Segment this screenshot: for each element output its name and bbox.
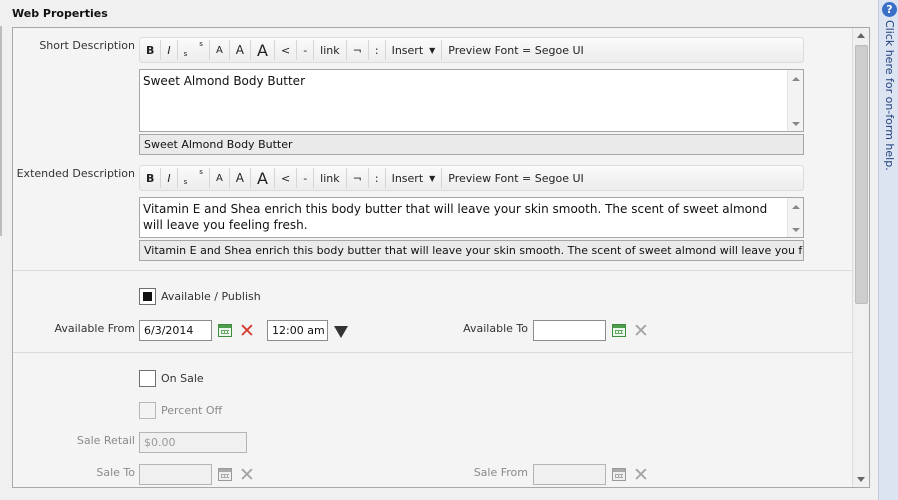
sale-from-date-input[interactable] xyxy=(533,464,606,485)
sale-to-label: Sale To xyxy=(96,466,135,479)
dash-button[interactable]: - xyxy=(297,168,315,188)
short-description-toolbar: B I ss A A A < - link ¬ : Insert ▼ Previe… xyxy=(139,37,804,63)
insert-dropdown[interactable]: Insert ▼ xyxy=(386,40,443,60)
dropdown-arrow-icon: ▼ xyxy=(429,45,436,55)
clear-icon[interactable]: ✕ xyxy=(239,466,255,485)
clear-icon[interactable]: ✕ xyxy=(633,322,649,341)
short-description-editor-scrollbar[interactable] xyxy=(787,70,803,131)
available-to-label: Available To xyxy=(463,322,528,335)
on-sale-label: On Sale xyxy=(161,372,204,385)
sale-from-label: Sale From xyxy=(473,466,528,479)
available-to-date-input[interactable] xyxy=(533,320,606,341)
dash-button[interactable]: - xyxy=(297,40,315,60)
font-medium-button[interactable]: A xyxy=(230,168,252,188)
extended-description-editor-text: Vitamin E and Shea enrich this body butt… xyxy=(143,202,768,232)
not-symbol-button[interactable]: ¬ xyxy=(347,40,369,60)
web-properties-panel: Short Description B I ss A A A < - link … xyxy=(12,27,870,488)
italic-button[interactable]: I xyxy=(161,168,178,188)
extended-description-editor[interactable]: Vitamin E and Shea enrich this body butt… xyxy=(139,197,804,238)
colon-button[interactable]: : xyxy=(369,40,386,60)
help-link[interactable]: Click here for on-form help. xyxy=(883,20,896,171)
calendar-icon[interactable] xyxy=(218,468,232,481)
sale-retail-label: Sale Retail xyxy=(76,434,135,447)
dropdown-arrow-icon: ▼ xyxy=(429,173,436,183)
link-button[interactable]: link xyxy=(314,168,347,188)
not-symbol-button[interactable]: ¬ xyxy=(347,168,369,188)
percent-off-label: Percent Off xyxy=(161,404,223,417)
available-from-time-input[interactable]: 12:00 am xyxy=(267,320,328,341)
scroll-down-icon[interactable] xyxy=(857,477,865,482)
insert-dropdown[interactable]: Insert ▼ xyxy=(386,168,443,188)
scroll-up-icon[interactable] xyxy=(857,33,865,38)
divider xyxy=(13,352,855,353)
scrollbar-thumb[interactable] xyxy=(855,45,868,304)
bold-button[interactable]: B xyxy=(140,40,162,60)
panel-scrollbar[interactable] xyxy=(852,28,869,487)
italic-button[interactable]: I xyxy=(161,40,178,60)
link-button[interactable]: link xyxy=(314,40,347,60)
extended-description-editor-scrollbar[interactable] xyxy=(787,198,803,237)
short-description-preview: Sweet Almond Body Butter xyxy=(139,134,804,155)
short-description-editor[interactable]: Sweet Almond Body Butter xyxy=(139,69,804,132)
preview-font-label: Preview Font = Segoe UI xyxy=(448,43,584,57)
preview-font-label: Preview Font = Segoe UI xyxy=(448,171,584,185)
scroll-down-icon xyxy=(792,228,800,232)
scroll-down-icon xyxy=(792,122,800,126)
short-description-editor-text: Sweet Almond Body Butter xyxy=(143,74,305,88)
sale-retail-input[interactable]: $0.00 xyxy=(139,432,247,453)
clear-icon[interactable]: ✕ xyxy=(239,322,255,341)
help-sidebar[interactable]: ? Click here for on-form help. xyxy=(878,0,898,500)
bold-button[interactable]: B xyxy=(140,168,162,188)
short-description-label: Short Description xyxy=(39,39,135,52)
subscript-superscript-button[interactable]: ss xyxy=(178,40,210,60)
extended-description-toolbar: B I ss A A A < - link ¬ : Insert ▼ Previe… xyxy=(139,165,804,191)
calendar-icon[interactable] xyxy=(612,324,626,337)
time-dropdown-icon[interactable] xyxy=(334,326,348,338)
section-title: Web Properties xyxy=(12,7,108,20)
font-medium-button[interactable]: A xyxy=(230,40,252,60)
clear-icon[interactable]: ✕ xyxy=(633,466,649,485)
extended-description-label: Extended Description xyxy=(16,167,135,180)
divider xyxy=(13,270,855,271)
font-small-button[interactable]: A xyxy=(210,168,230,188)
extended-description-preview: Vitamin E and Shea enrich this body butt… xyxy=(139,240,804,261)
outdent-button[interactable]: < xyxy=(275,40,298,60)
on-sale-checkbox[interactable] xyxy=(139,370,156,387)
percent-off-checkbox[interactable] xyxy=(139,402,156,419)
calendar-icon[interactable] xyxy=(218,324,232,337)
available-from-date-input[interactable]: 6/3/2014 xyxy=(139,320,212,341)
font-large-button[interactable]: A xyxy=(251,40,275,60)
subscript-superscript-button[interactable]: ss xyxy=(178,168,210,188)
scroll-up-icon xyxy=(792,77,800,81)
colon-button[interactable]: : xyxy=(369,168,386,188)
available-from-label: Available From xyxy=(54,322,135,335)
outdent-button[interactable]: < xyxy=(275,168,298,188)
scroll-up-icon xyxy=(792,205,800,209)
sale-to-date-input[interactable] xyxy=(139,464,212,485)
font-small-button[interactable]: A xyxy=(210,40,230,60)
font-large-button[interactable]: A xyxy=(251,168,275,188)
calendar-icon[interactable] xyxy=(612,468,626,481)
help-icon[interactable]: ? xyxy=(882,2,897,17)
left-edge xyxy=(0,26,2,236)
available-publish-checkbox[interactable] xyxy=(139,288,156,305)
available-publish-label: Available / Publish xyxy=(161,290,261,303)
